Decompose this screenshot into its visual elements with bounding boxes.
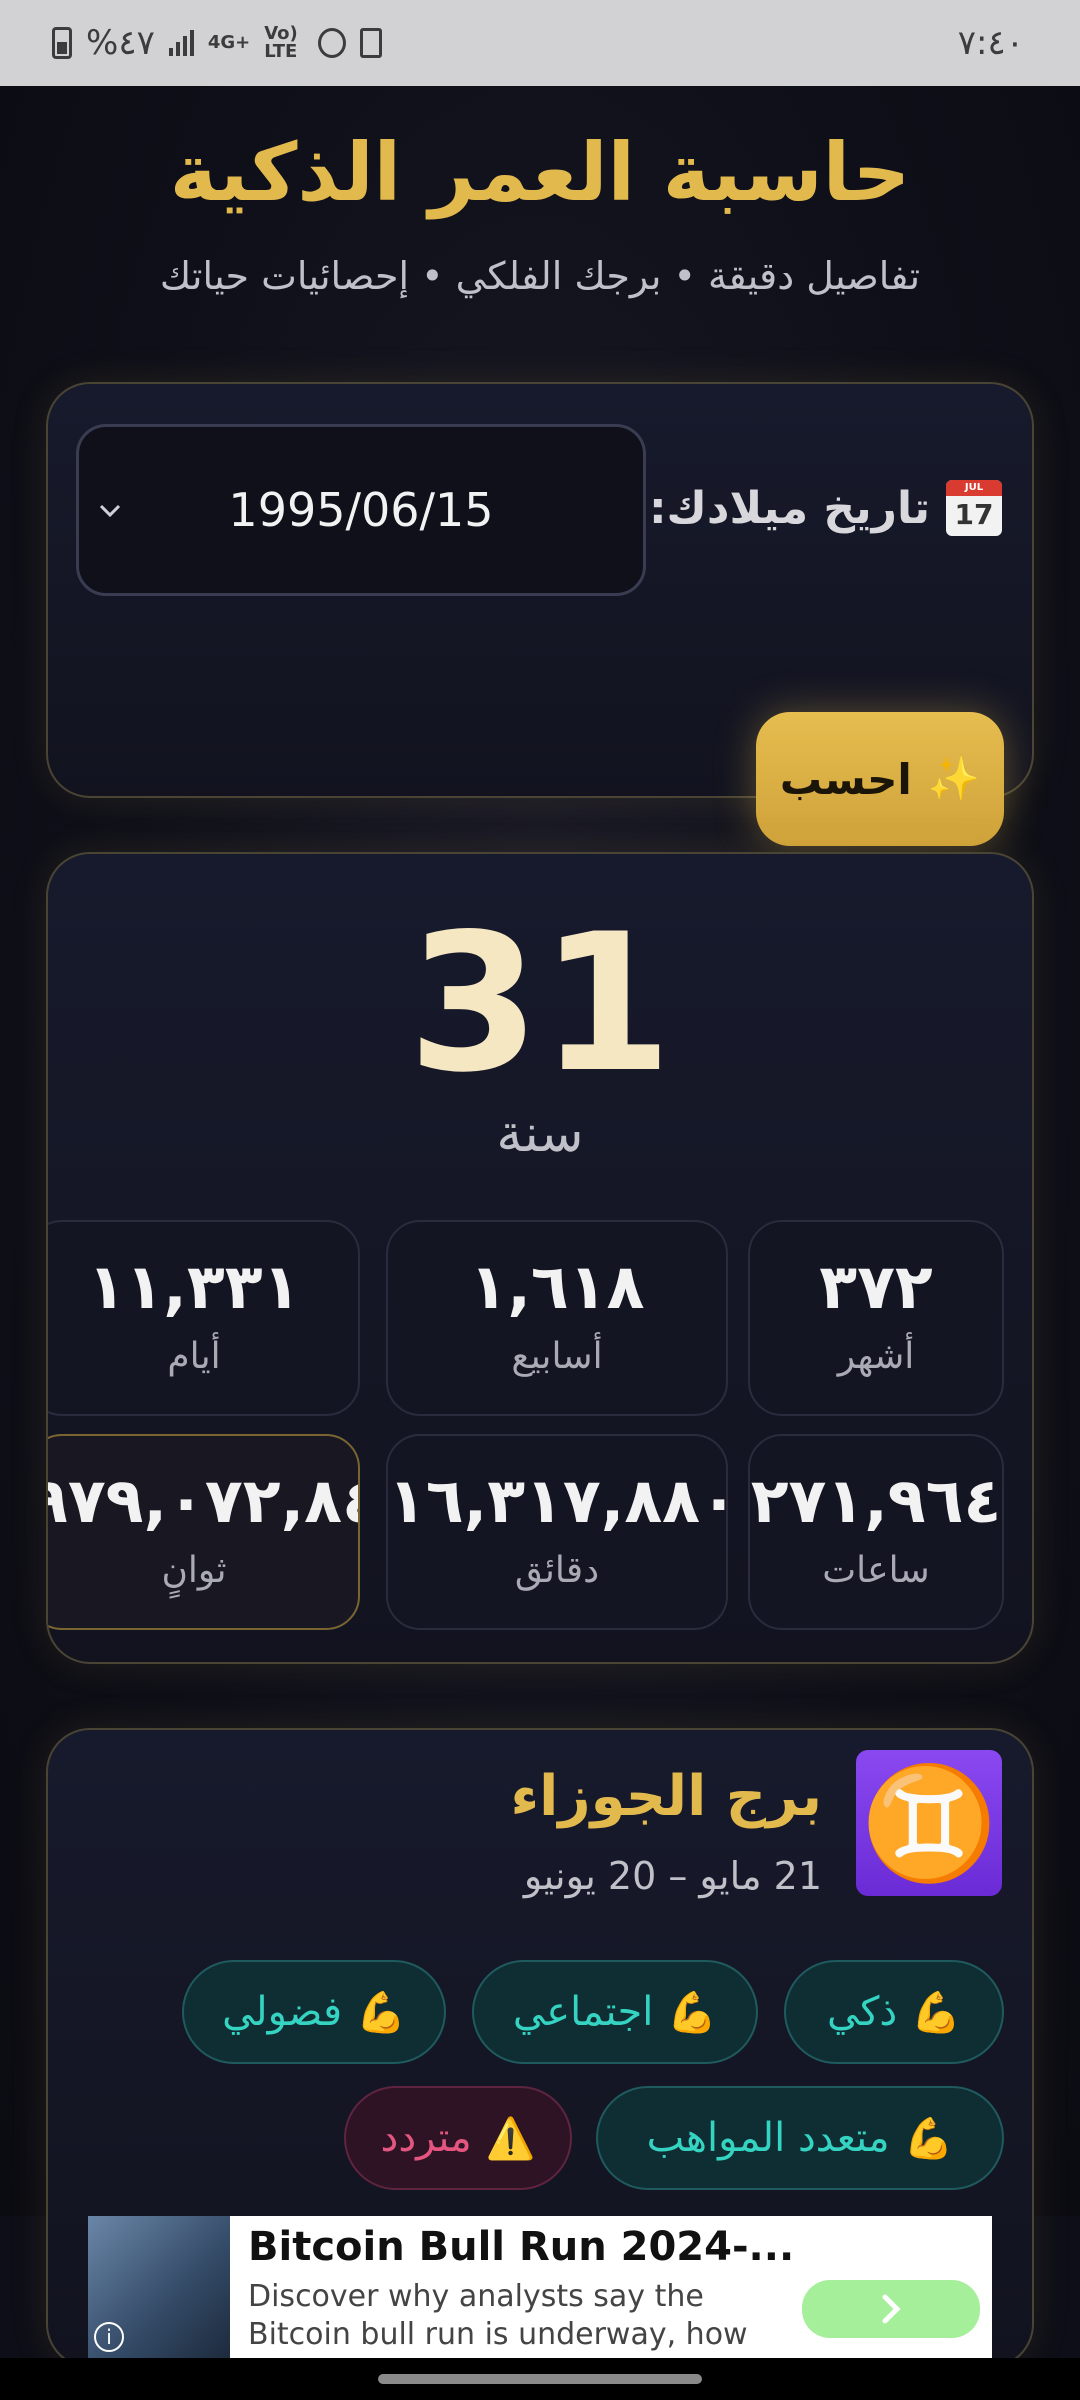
stat-hours: ٢٧١,٩٦٤ ساعات xyxy=(748,1434,1004,1630)
birthdate-card: JUL 17 تاريخ ميلادك: 1995/06/15 ✨ احسب xyxy=(46,382,1034,846)
battery-percent: %٤٧ xyxy=(86,23,155,63)
trait-chip: 💪 اجتماعي xyxy=(472,1960,758,2064)
chevron-down-icon xyxy=(99,504,121,518)
zodiac-name: برج الجوزاء xyxy=(510,1764,822,1829)
trait-chip: 💪 ذكي xyxy=(784,1960,1004,2064)
stat-weeks: ١,٦١٨ أسابيع xyxy=(386,1220,728,1416)
trait-chip: 💪 فضولي xyxy=(182,1960,446,2064)
zodiac-dates: 21 مايو – 20 يونيو xyxy=(523,1854,822,1898)
strength-icon: 💪 xyxy=(911,1989,962,2036)
ad-banner[interactable]: i Bitcoin Bull Run 2024-... Discover why… xyxy=(88,2216,992,2390)
sparkles-icon: ✨ xyxy=(927,754,981,803)
status-icons: %٤٧ 4G+ Vo) LTE xyxy=(52,23,383,63)
strength-icon: 💪 xyxy=(356,1989,406,2036)
alarm-icon xyxy=(318,28,347,58)
age-unit: سنة xyxy=(496,1104,584,1164)
birthdate-input[interactable]: 1995/06/15 xyxy=(76,424,646,596)
birthdate-value: 1995/06/15 xyxy=(228,483,494,537)
birthdate-label: JUL 17 تاريخ ميلادك: xyxy=(649,480,1002,536)
app-content: حاسبة العمر الذكية تفاصيل دقيقة • برجك ا… xyxy=(0,86,1080,2368)
gemini-icon: ♊ xyxy=(856,1750,1002,1896)
stat-minutes: ١٦,٣١٧,٨٨٠ دقائق xyxy=(386,1434,738,1630)
strength-icon: 💪 xyxy=(903,2115,954,2162)
battery-icon xyxy=(52,27,72,59)
calculate-button-label: احسب xyxy=(779,754,912,804)
network-type: 4G+ xyxy=(207,32,251,53)
trait-chip-warning: ⚠️ متردد xyxy=(344,2086,572,2190)
page-title: حاسبة العمر الذكية xyxy=(169,126,911,219)
ad-title[interactable]: Bitcoin Bull Run 2024-... xyxy=(248,2224,794,2270)
status-bar: %٤٧ 4G+ Vo) LTE ٧:٤٠ xyxy=(0,0,1080,86)
age-result-card: 31 سنة ٣٧٢ أشهر ١,٦١٨ أسابيع ١١,٣٣١ أيام… xyxy=(46,852,1034,1664)
stat-days: ١١,٣٣١ أيام xyxy=(48,1220,360,1416)
age-years: 31 xyxy=(407,893,673,1114)
stat-months: ٣٧٢ أشهر xyxy=(748,1220,1004,1416)
trait-chip: 💪 متعدد المواهب xyxy=(596,2086,1004,2190)
home-gesture-handle[interactable] xyxy=(378,2374,702,2384)
chevron-right-icon xyxy=(882,2294,901,2324)
volte-indicator: Vo) LTE xyxy=(264,23,298,62)
birthdate-label-text: تاريخ ميلادك: xyxy=(648,482,930,534)
sim-icon xyxy=(360,28,383,58)
clock: ٧:٤٠ xyxy=(957,23,1024,63)
ad-open-button[interactable] xyxy=(802,2280,980,2338)
info-icon[interactable]: i xyxy=(94,2322,124,2352)
signal-icon xyxy=(168,30,194,56)
calendar-icon: JUL 17 xyxy=(946,480,1002,536)
ad-image: i xyxy=(88,2216,230,2358)
warning-icon: ⚠️ xyxy=(485,2115,536,2162)
calculate-button[interactable]: ✨ احسب xyxy=(756,712,1004,846)
stat-seconds: ٩٧٩,٠٧٢,٨٤٦ ثوانٍ xyxy=(48,1434,360,1630)
strength-icon: 💪 xyxy=(667,1989,718,2036)
page-subtitle: تفاصيل دقيقة • برجك الفلكي • إحصائيات حي… xyxy=(159,254,921,298)
system-nav-bar xyxy=(0,2358,1080,2400)
